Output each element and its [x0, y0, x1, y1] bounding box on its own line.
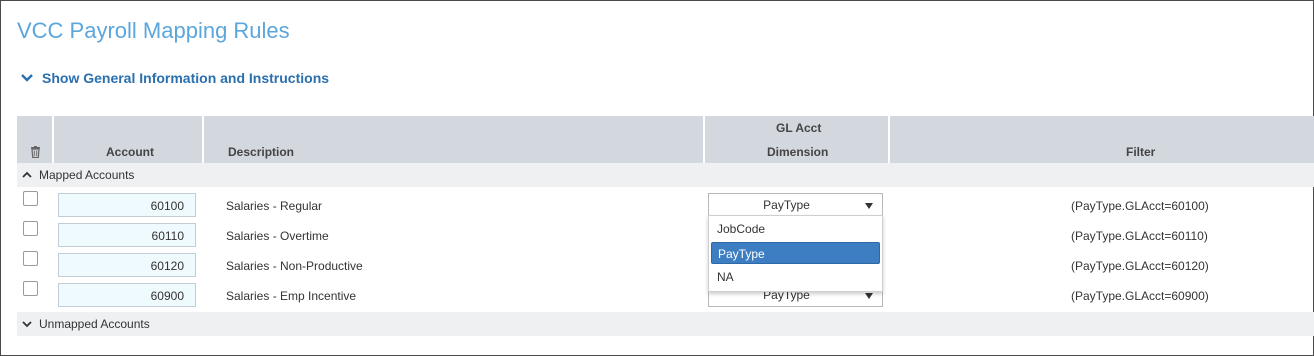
row-filter: (PayType.GLAcct=60900): [1071, 289, 1209, 303]
show-info-label: Show General Information and Instruction…: [42, 70, 330, 86]
dimension-select[interactable]: PayType: [708, 193, 883, 217]
row-filter: (PayType.GLAcct=60110): [1071, 229, 1208, 243]
table-row: 60120 Salaries - Non-Productive (PayType…: [17, 249, 1314, 279]
column-gl-dimension[interactable]: GL Acct Dimension: [705, 116, 890, 163]
table-row: 60110 Salaries - Overtime (PayType.GLAcc…: [17, 219, 1314, 249]
dimension-select-value: PayType: [763, 198, 810, 212]
dropdown-option-na[interactable]: NA: [711, 266, 880, 288]
row-checkbox[interactable]: [23, 251, 38, 266]
group-mapped-label: Mapped Accounts: [39, 168, 135, 182]
dropdown-option-jobcode[interactable]: JobCode: [711, 218, 880, 240]
column-description[interactable]: Description: [204, 116, 705, 163]
column-description-label: Description: [228, 145, 295, 159]
chevron-down-icon: [21, 74, 33, 82]
dimension-dropdown-list: JobCode PayType NA: [708, 215, 883, 292]
column-gl-dimension-label-2: Dimension: [767, 145, 829, 159]
column-account-label: Account: [106, 145, 154, 159]
table-row: 60900 Salaries - Emp Incentive PayType (…: [17, 279, 1314, 309]
row-description: Salaries - Overtime: [226, 229, 329, 243]
trash-icon[interactable]: [30, 146, 41, 158]
row-description: Salaries - Emp Incentive: [226, 289, 357, 303]
grid-header: Account Description GL Acct Dimension Fi…: [17, 116, 1314, 163]
row-description: Salaries - Non-Productive: [226, 259, 363, 273]
row-filter: (PayType.GLAcct=60100): [1071, 199, 1209, 213]
account-input[interactable]: 60110: [58, 223, 196, 247]
group-mapped-accounts[interactable]: Mapped Accounts: [17, 163, 1314, 187]
column-delete: [17, 116, 54, 163]
dropdown-option-paytype[interactable]: PayType: [711, 242, 880, 264]
column-filter[interactable]: Filter: [890, 116, 1314, 163]
row-description: Salaries - Regular: [226, 199, 323, 213]
dropdown-arrow-icon: [865, 203, 873, 209]
page-title: VCC Payroll Mapping Rules: [17, 18, 290, 43]
row-checkbox[interactable]: [23, 281, 38, 296]
row-checkbox[interactable]: [23, 221, 38, 236]
column-account[interactable]: Account: [54, 116, 204, 163]
table-row: 60100 Salaries - Regular PayType (PayTyp…: [17, 189, 1314, 219]
group-unmapped-label: Unmapped Accounts: [39, 317, 150, 331]
show-info-toggle[interactable]: Show General Information and Instruction…: [20, 70, 329, 86]
account-input[interactable]: 60100: [58, 193, 196, 217]
account-input[interactable]: 60900: [58, 283, 196, 307]
chevron-up-icon: [22, 171, 32, 178]
dropdown-arrow-icon: [865, 293, 873, 299]
chevron-down-icon: [22, 321, 32, 328]
mapping-grid: Account Description GL Acct Dimension Fi…: [17, 116, 1314, 336]
group-unmapped-accounts[interactable]: Unmapped Accounts: [17, 312, 1314, 336]
row-filter: (PayType.GLAcct=60120): [1071, 259, 1209, 273]
column-gl-dimension-label-1: GL Acct: [776, 121, 822, 135]
account-input[interactable]: 60120: [58, 253, 196, 277]
row-checkbox[interactable]: [23, 191, 38, 206]
column-filter-label: Filter: [1126, 145, 1156, 159]
